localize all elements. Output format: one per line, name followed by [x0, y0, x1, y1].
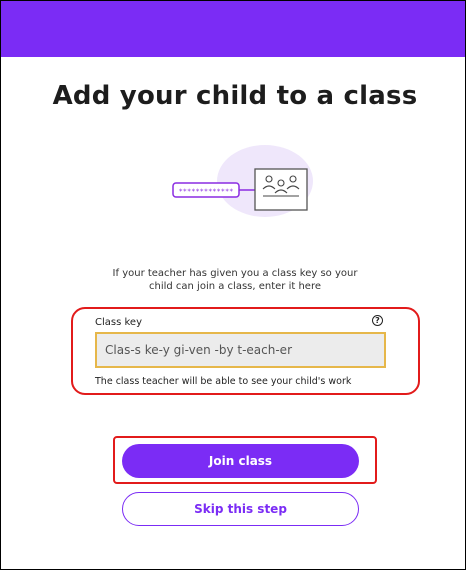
- class-key-helper-text: The class teacher will be able to see yo…: [95, 376, 352, 387]
- class-key-input[interactable]: [95, 332, 386, 368]
- join-class-button[interactable]: Join class: [122, 444, 359, 478]
- class-key-illustration: *************: [165, 143, 315, 231]
- header-bar: [1, 1, 465, 57]
- page-title: Add your child to a class: [52, 81, 418, 111]
- class-key-label: Class key: [95, 317, 142, 328]
- instructions-text: If your teacher has given you a class ke…: [112, 268, 358, 292]
- page-frame: Add your child to a class ************* …: [0, 0, 466, 570]
- help-icon[interactable]: ?: [372, 315, 383, 326]
- key-asterisks: *************: [179, 188, 234, 196]
- skip-step-button[interactable]: Skip this step: [122, 492, 359, 526]
- classroom-board-icon: *************: [172, 145, 313, 217]
